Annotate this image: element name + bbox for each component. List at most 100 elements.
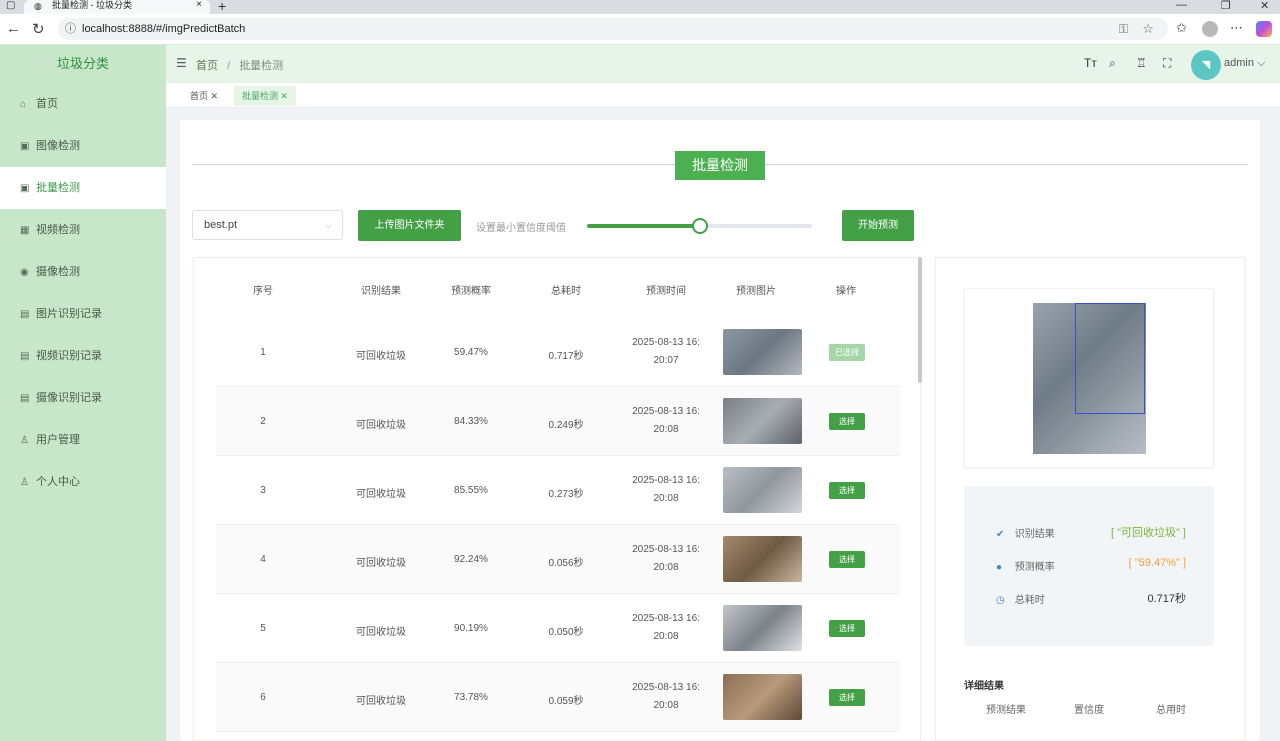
- prediction-thumbnail[interactable]: [723, 605, 802, 651]
- sidebar-item[interactable]: ♙ 个人中心: [0, 461, 166, 503]
- sidebar-item[interactable]: ▤ 图片识别记录: [0, 293, 166, 335]
- cell-time: 0.717秒: [548, 351, 584, 362]
- tags-view: 首页 ✕ 批量检测 ✕: [166, 83, 1280, 108]
- browser-tab[interactable]: ◍ 批量检测 - 垃圾分类 ×: [24, 0, 210, 14]
- select-button[interactable]: 选择: [829, 551, 865, 568]
- top-header: ☰ 首页 / 批量检测 Tт ⌕ ♖ ⛶ ◥ admin ⌵: [166, 45, 1280, 83]
- select-button[interactable]: 选择: [829, 689, 865, 706]
- window-close-icon[interactable]: ✕: [1260, 0, 1269, 12]
- slider-fill: [587, 224, 700, 228]
- sidebar-item[interactable]: ◉ 摄像检测: [0, 251, 166, 293]
- sidebar-item[interactable]: ▤ 摄像识别记录: [0, 377, 166, 419]
- reload-icon[interactable]: ↻: [32, 20, 45, 38]
- table-row: 5 可回收垃圾 90.19% 0.050秒 2025-08-13 16: 20:08 选择: [216, 594, 900, 663]
- threshold-slider[interactable]: [587, 218, 812, 234]
- slider-thumb[interactable]: [691, 218, 708, 234]
- upload-folder-button[interactable]: 上传图片文件夹: [358, 210, 461, 241]
- site-info-icon[interactable]: ⓘ: [65, 18, 76, 40]
- cell-no: 3: [260, 485, 266, 496]
- start-predict-button[interactable]: 开始预测: [842, 210, 914, 241]
- prediction-thumbnail[interactable]: [723, 329, 802, 375]
- new-tab-icon[interactable]: +: [218, 0, 226, 14]
- check-icon: ✔: [996, 529, 1005, 540]
- sidebar-item[interactable]: ⌂ 首页: [0, 83, 166, 125]
- sidebar-item[interactable]: ▣ 图像检测: [0, 125, 166, 167]
- cell-result: 可回收垃圾: [356, 489, 406, 500]
- table-scrollbar[interactable]: [918, 257, 922, 383]
- hamburger-icon[interactable]: ☰: [176, 56, 187, 70]
- cell-date-line2: 20:08: [653, 493, 679, 504]
- select-button[interactable]: 选择: [829, 620, 865, 637]
- copilot-icon[interactable]: [1256, 21, 1272, 37]
- more-icon[interactable]: ⋯: [1230, 20, 1243, 36]
- cell-date-line1: 2025-08-13 16:: [632, 544, 700, 555]
- sidebar-item[interactable]: ♙ 用户管理: [0, 419, 166, 461]
- chevron-down-icon: ⌵: [325, 220, 332, 230]
- results-table: 序号 识别结果 预测概率 总耗时 预测时间 预测图片 操作 1 可回收垃圾 59.4…: [193, 257, 921, 741]
- cell-prob: 73.78%: [454, 692, 488, 703]
- th-date: 预测时间: [646, 286, 686, 297]
- maximize-icon[interactable]: ❐: [1221, 0, 1231, 12]
- key-icon[interactable]: ⚿: [1119, 18, 1128, 40]
- sidebar-item-label: 视频识别记录: [36, 350, 102, 362]
- prob-row: ● 预测概率 [ "59.47%" ]: [996, 557, 1186, 573]
- close-tab-icon[interactable]: ×: [196, 0, 202, 10]
- font-size-icon[interactable]: Tт: [1084, 56, 1097, 70]
- cell-date-line1: 2025-08-13 16:: [632, 475, 700, 486]
- cell-prob: 84.33%: [454, 416, 488, 427]
- sidebar-item-label: 摄像识别记录: [36, 392, 102, 404]
- close-icon[interactable]: ✕: [211, 91, 219, 101]
- select-button[interactable]: 选择: [829, 413, 865, 430]
- cell-time: 0.273秒: [548, 489, 584, 500]
- sidebar-item-label: 图片识别记录: [36, 308, 102, 320]
- sidebar-item-label: 用户管理: [36, 434, 80, 446]
- fullscreen-icon[interactable]: ⛶: [1163, 56, 1171, 71]
- sidebar-toggle-icon[interactable]: ▢: [6, 0, 15, 11]
- sidebar-item-label: 摄像检测: [36, 266, 80, 278]
- profile-avatar[interactable]: [1202, 21, 1218, 37]
- sidebar-item[interactable]: ▦ 视频检测: [0, 209, 166, 251]
- cell-date-line2: 20:08: [653, 562, 679, 573]
- favorite-star-icon[interactable]: ☆: [1142, 18, 1154, 40]
- table-row: 4 可回收垃圾 92.24% 0.056秒 2025-08-13 16: 20:08 选择: [216, 525, 900, 594]
- model-select[interactable]: best.pt ⌵: [192, 210, 343, 240]
- favorites-icon[interactable]: ✩: [1176, 20, 1187, 36]
- tag-batch-detect[interactable]: 批量检测 ✕: [234, 86, 297, 106]
- close-icon[interactable]: ✕: [281, 91, 289, 101]
- th-time: 总耗时: [551, 286, 581, 297]
- browser-tab-bar: ▢ ◍ 批量检测 - 垃圾分类 × + — ❐ ✕: [0, 0, 1280, 14]
- breadcrumb-home[interactable]: 首页: [196, 60, 218, 72]
- table-row: 6 可回收垃圾 73.78% 0.059秒 2025-08-13 16: 20:08 选择: [216, 663, 900, 732]
- search-icon[interactable]: ⌕: [1109, 56, 1116, 71]
- sidebar-item[interactable]: ▣ 批量检测: [0, 167, 166, 209]
- cell-date: 2025-08-13 16: 20:08: [618, 403, 714, 439]
- url-input[interactable]: ⓘ localhost:8888/#/imgPredictBatch ⚿ ☆: [58, 18, 1168, 40]
- prediction-thumbnail[interactable]: [723, 674, 802, 720]
- table-row: 1 可回收垃圾 59.47% 0.717秒 2025-08-13 16: 20:07 已选择: [216, 318, 900, 387]
- cell-date: 2025-08-13 16: 20:07: [618, 334, 714, 370]
- prediction-thumbnail[interactable]: [723, 536, 802, 582]
- cell-time: 0.249秒: [548, 420, 584, 431]
- sidebar: 垃圾分类 ⌂ 首页 ▣ 图像检测 ▣ 批量检测 ▦ 视频检测 ◉ 摄像检测 ▤ 图片识别记录 ▤ 视频识别…: [0, 45, 166, 741]
- result-summary: ✔ 识别结果 [ "可回收垃圾" ] ● 预测概率 [ "59.47%" ] ◷…: [964, 486, 1214, 646]
- select-button[interactable]: 选择: [829, 482, 865, 499]
- prediction-thumbnail[interactable]: [723, 467, 802, 513]
- th-result: 识别结果: [361, 286, 401, 297]
- tag-home[interactable]: 首页 ✕: [182, 86, 226, 106]
- selected-button[interactable]: 已选择: [829, 344, 865, 361]
- prob-value: [ "59.47%" ]: [1128, 557, 1186, 569]
- prediction-thumbnail[interactable]: [723, 398, 802, 444]
- sidebar-item[interactable]: ▤ 视频识别记录: [0, 335, 166, 377]
- detail-th-conf: 置信度: [1074, 705, 1104, 716]
- back-icon[interactable]: ←: [6, 20, 21, 37]
- user-avatar[interactable]: ◥: [1191, 50, 1221, 80]
- cell-no: 6: [260, 692, 266, 703]
- table-row: 3 可回收垃圾 85.55% 0.273秒 2025-08-13 16: 20:08 选择: [216, 456, 900, 525]
- theme-shirt-icon[interactable]: ♖: [1136, 56, 1147, 70]
- tag-label: 批量检测: [242, 91, 279, 101]
- th-image: 预测图片: [736, 286, 776, 297]
- minimize-icon[interactable]: —: [1176, 0, 1187, 11]
- user-menu[interactable]: admin ⌵: [1224, 57, 1265, 70]
- cell-date: 2025-08-13 16: 20:08: [618, 472, 714, 508]
- globe-icon: ◍: [34, 1, 42, 11]
